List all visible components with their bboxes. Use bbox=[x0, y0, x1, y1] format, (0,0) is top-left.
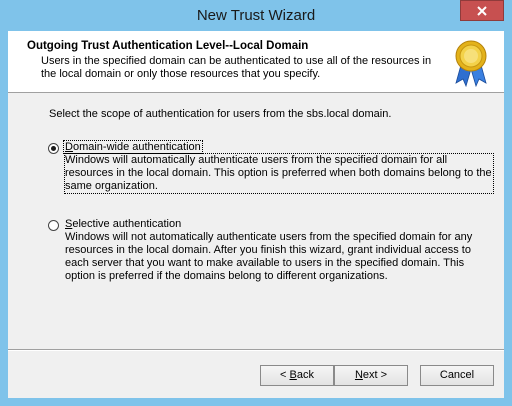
page-description: Users in the specified domain can be aut… bbox=[41, 55, 432, 80]
selective-radio[interactable] bbox=[48, 220, 59, 231]
cancel-button[interactable]: Cancel bbox=[420, 365, 494, 386]
domain-wide-label-text: omain-wide authentication bbox=[72, 141, 201, 153]
back-rest: ack bbox=[296, 369, 314, 381]
next-mnemonic: N bbox=[354, 369, 363, 381]
award-seal-icon bbox=[451, 39, 491, 88]
back-button[interactable]: < Back bbox=[260, 365, 334, 386]
close-icon bbox=[477, 5, 487, 16]
page-title: Outgoing Trust Authentication Level--Loc… bbox=[27, 40, 309, 52]
domain-wide-radio[interactable] bbox=[48, 143, 59, 154]
wizard-content: Select the scope of authentication for u… bbox=[8, 93, 504, 343]
next-button[interactable]: Next > bbox=[334, 365, 408, 386]
scope-instruction: Select the scope of authentication for u… bbox=[49, 108, 392, 120]
footer-divider bbox=[8, 349, 504, 351]
wizard-header: Outgoing Trust Authentication Level--Loc… bbox=[8, 31, 504, 93]
radio-selected-dot bbox=[51, 146, 56, 151]
back-mnemonic: B bbox=[289, 369, 297, 381]
domain-wide-label[interactable]: Domain-wide authentication bbox=[63, 140, 203, 154]
wizard-window: New Trust Wizard Outgoing Trust Authenti… bbox=[0, 0, 512, 406]
window-title: New Trust Wizard bbox=[196, 7, 316, 24]
dialog-body: Outgoing Trust Authentication Level--Loc… bbox=[8, 31, 504, 398]
selective-label[interactable]: Selective authentication bbox=[65, 218, 181, 230]
domain-wide-description: Windows will automatically authenticate … bbox=[64, 153, 494, 194]
back-prefix: < bbox=[280, 369, 290, 381]
close-button[interactable] bbox=[460, 0, 504, 21]
title-bar[interactable]: New Trust Wizard bbox=[0, 0, 512, 32]
domain-wide-mnemonic: D bbox=[65, 141, 73, 153]
selective-description: Windows will not automatically authentic… bbox=[65, 231, 473, 282]
next-rest: ext > bbox=[362, 369, 388, 381]
selective-label-text: elective authentication bbox=[72, 218, 182, 230]
